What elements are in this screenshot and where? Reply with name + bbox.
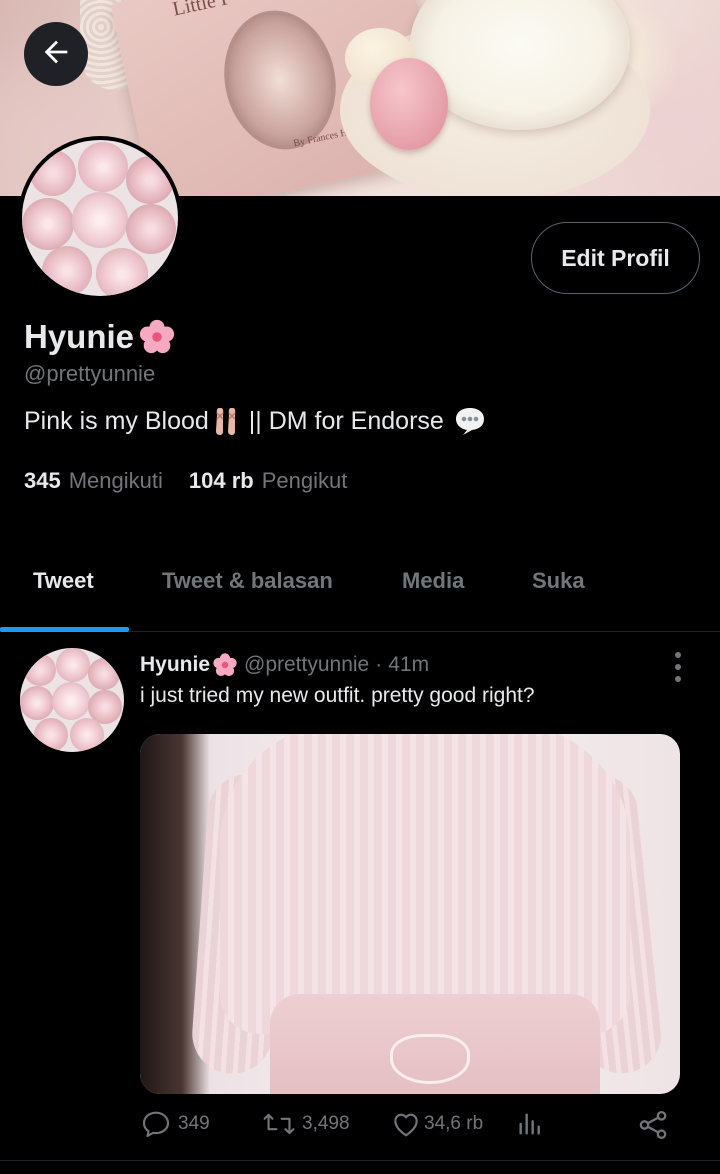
- rose-shape: [52, 682, 90, 720]
- following-count: 345: [24, 468, 61, 493]
- tweet-author-handle[interactable]: @prettyunnie: [244, 653, 369, 677]
- rose-shape: [56, 648, 90, 682]
- share-icon: [636, 1108, 670, 1142]
- tweet-media-image[interactable]: [140, 734, 680, 1094]
- rose-shape: [88, 658, 120, 690]
- reply-icon: [140, 1108, 172, 1140]
- retweet-button[interactable]: 3,498: [262, 1108, 350, 1140]
- ballet-shoes-icon: [211, 405, 243, 437]
- rose-shape: [96, 248, 148, 296]
- tweet-divider: [0, 1160, 720, 1161]
- tab-likes[interactable]: Suka: [532, 568, 585, 594]
- retweet-count: 3,498: [302, 1113, 350, 1134]
- rose-shape: [34, 718, 68, 752]
- analytics-icon: [514, 1108, 546, 1140]
- like-button[interactable]: 34,6 rb: [390, 1108, 483, 1140]
- followers-count: 104 rb: [188, 468, 254, 493]
- rose-shape: [24, 654, 56, 686]
- analytics-button[interactable]: [514, 1108, 546, 1140]
- reply-count: 349: [178, 1113, 210, 1134]
- profile-tabs: Tweet Tweet & balasan Media Suka: [0, 540, 720, 632]
- rose-shape: [42, 246, 92, 296]
- tweet-timestamp[interactable]: 41m: [388, 653, 429, 677]
- tweet-actions: 349 3,498 34,6 rb: [140, 1108, 680, 1148]
- cherry-blossom-icon: [212, 652, 238, 678]
- profile-name-row: Hyunie: [24, 318, 176, 356]
- followers-stat[interactable]: 104 rb Pengikut: [189, 468, 347, 494]
- banner-book-title: Little P: [170, 0, 234, 21]
- rose-shape: [126, 204, 176, 254]
- rose-shape: [20, 686, 54, 720]
- tab-tweet[interactable]: Tweet: [33, 568, 94, 594]
- banner-macaron-pink: [370, 58, 448, 150]
- speech-bubble-icon: [454, 406, 486, 436]
- heart-icon: [390, 1108, 422, 1140]
- rose-shape: [30, 150, 76, 196]
- profile-handle: @prettyunnie: [24, 361, 156, 386]
- cherry-blossom-icon: [138, 318, 176, 356]
- rose-shape: [70, 718, 104, 752]
- edit-profile-button[interactable]: Edit Profil: [531, 222, 700, 294]
- tweet-author-name[interactable]: Hyunie: [140, 653, 210, 677]
- back-button[interactable]: [24, 22, 88, 86]
- rose-shape: [78, 142, 128, 192]
- retweet-icon: [262, 1108, 296, 1140]
- profile-bio: Pink is my Blood || DM for Endorse: [24, 405, 486, 437]
- media-bow: [390, 1034, 470, 1084]
- bio-text-2: || DM for Endorse: [248, 406, 444, 435]
- following-label: Mengikuti: [68, 468, 163, 493]
- more-vertical-icon[interactable]: [668, 652, 688, 682]
- tweet-text: i just tried my new outfit. pretty good …: [140, 684, 535, 707]
- profile-name: Hyunie: [24, 318, 135, 355]
- arrow-left-icon: [39, 35, 73, 74]
- reply-button[interactable]: 349: [140, 1108, 210, 1140]
- rose-shape: [72, 192, 128, 248]
- tweet-separator: ·: [375, 653, 383, 676]
- like-count: 34,6 rb: [424, 1113, 484, 1134]
- share-button[interactable]: [636, 1108, 670, 1142]
- followers-label: Pengikut: [261, 468, 348, 493]
- profile-stats: 345 Mengikuti 104 rb Pengikut: [24, 468, 347, 494]
- tab-media[interactable]: Media: [402, 568, 464, 594]
- media-sweater: [220, 734, 630, 1034]
- active-tab-indicator: [0, 627, 129, 632]
- tab-tweet-replies[interactable]: Tweet & balasan: [162, 568, 333, 594]
- following-stat[interactable]: 345 Mengikuti: [24, 468, 163, 494]
- profile-avatar[interactable]: [18, 136, 182, 300]
- rose-shape: [22, 198, 74, 250]
- tweet-avatar[interactable]: [20, 648, 124, 752]
- tweet-header: Hyunie @prettyunnie · 41m: [140, 652, 429, 678]
- rose-shape: [126, 156, 174, 204]
- bio-text-1: Pink is my Blood: [24, 406, 209, 435]
